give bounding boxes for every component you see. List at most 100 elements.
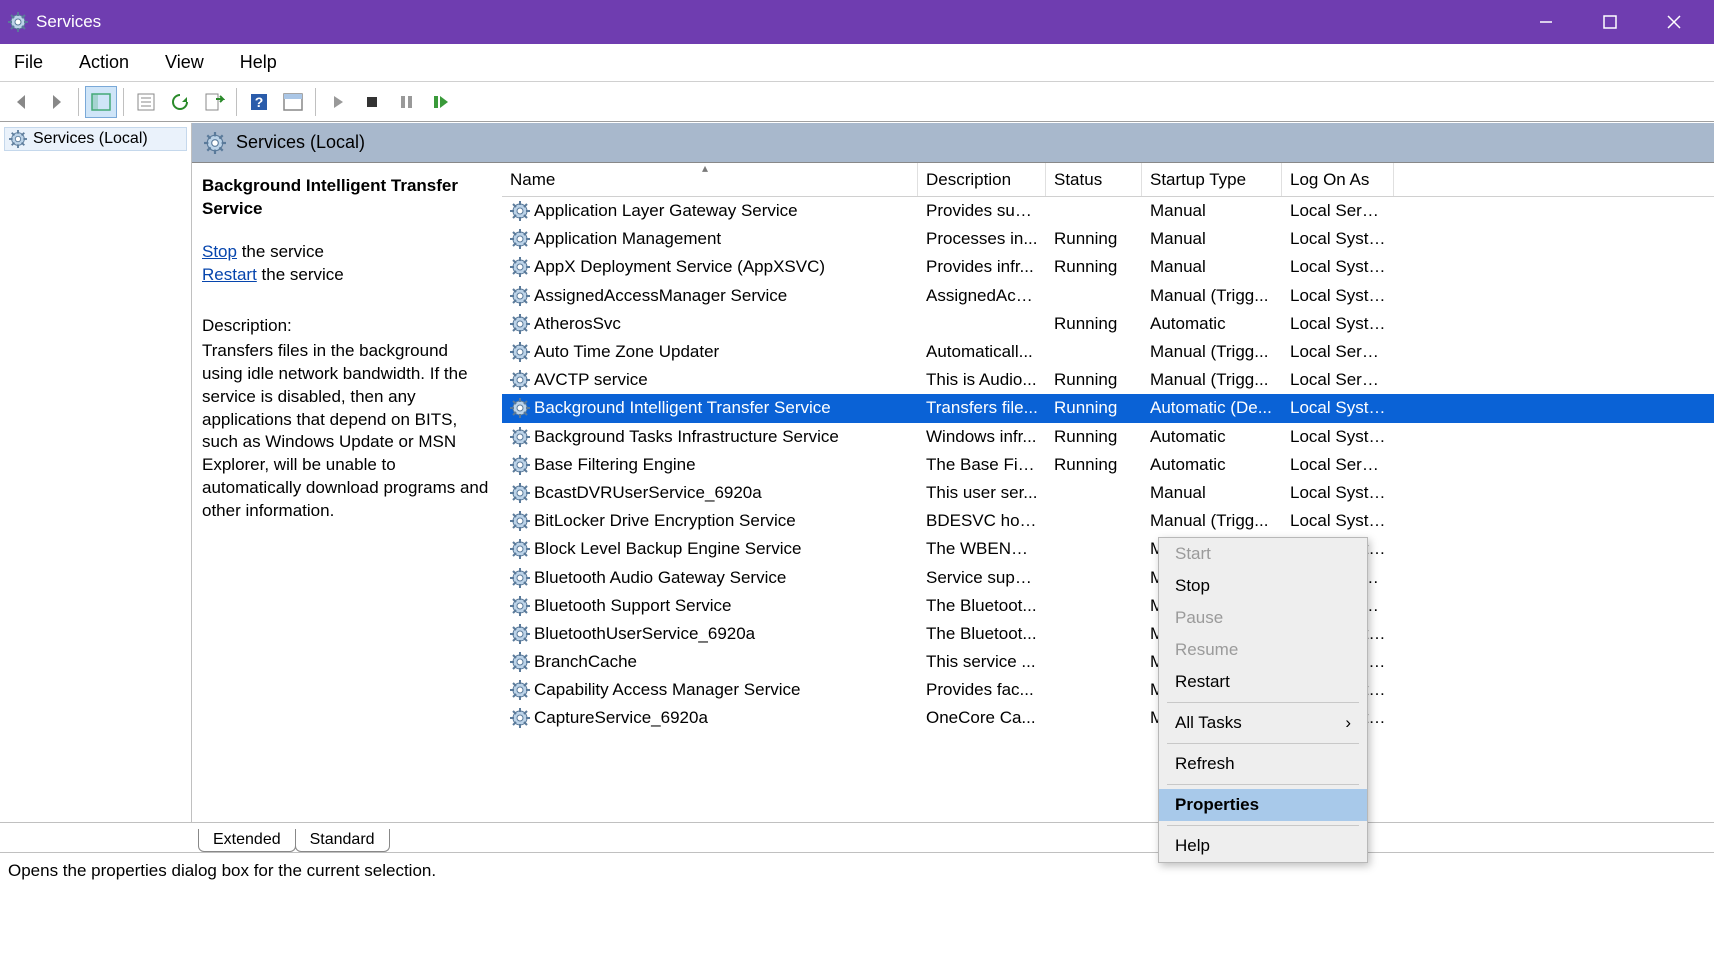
list-rows[interactable]: Application Layer Gateway Service Provide…	[502, 197, 1714, 737]
service-name-cell: BitLocker Drive Encryption Service	[534, 511, 796, 531]
sort-indicator-icon: ▴	[702, 163, 708, 175]
column-description[interactable]: Description	[918, 163, 1046, 196]
window-title: Services	[36, 12, 1514, 32]
service-name-cell: Background Intelligent Transfer Service	[534, 398, 831, 418]
service-row[interactable]: Background Intelligent Transfer ServiceT…	[502, 394, 1714, 422]
app-icon	[8, 12, 28, 32]
service-row[interactable]: AtherosSvcRunningAutomaticLocal System	[502, 310, 1714, 338]
refresh-button[interactable]	[164, 86, 196, 118]
service-desc-cell: The Bluetoot...	[918, 624, 1046, 644]
tab-standard[interactable]: Standard	[295, 829, 390, 852]
service-row[interactable]: CaptureService_6920aOneCore Ca...ManualL…	[502, 704, 1714, 732]
service-desc-cell: The Base Filt...	[918, 455, 1046, 475]
help-button[interactable]: ?	[243, 86, 275, 118]
right-pane: Services (Local) Background Intelligent …	[192, 123, 1714, 822]
chevron-right-icon: ›	[1345, 713, 1351, 733]
description-label: Description:	[202, 315, 492, 338]
service-row[interactable]: Block Level Backup Engine ServiceThe WBE…	[502, 535, 1714, 563]
restart-link[interactable]: Restart	[202, 265, 257, 284]
service-row[interactable]: Base Filtering EngineThe Base Filt...Run…	[502, 451, 1714, 479]
service-row[interactable]: AssignedAccessManager ServiceAssignedAcc…	[502, 282, 1714, 310]
minimize-button[interactable]	[1514, 0, 1578, 44]
export-button[interactable]	[198, 86, 230, 118]
service-status-cell: Running	[1046, 257, 1142, 277]
service-desc-cell: Provides infr...	[918, 257, 1046, 277]
service-row[interactable]: Bluetooth Support ServiceThe Bluetoot...…	[502, 592, 1714, 620]
service-status-cell: Running	[1046, 427, 1142, 447]
menu-action[interactable]: Action	[73, 48, 135, 77]
selected-service-name: Background Intelligent Transfer Service	[202, 175, 492, 221]
service-row[interactable]: Bluetooth Audio Gateway ServiceService s…	[502, 563, 1714, 591]
service-name-cell: BluetoothUserService_6920a	[534, 624, 755, 644]
ctx-help[interactable]: Help	[1159, 830, 1367, 862]
service-desc-cell: This service ...	[918, 652, 1046, 672]
ctx-stop[interactable]: Stop	[1159, 570, 1367, 602]
service-logon-cell: Local System	[1282, 398, 1394, 418]
service-name-cell: BranchCache	[534, 652, 637, 672]
service-desc-cell: This is Audio...	[918, 370, 1046, 390]
service-row[interactable]: AVCTP serviceThis is Audio...RunningManu…	[502, 366, 1714, 394]
service-row[interactable]: Background Tasks Infrastructure Service W…	[502, 423, 1714, 451]
service-startup-cell: Automatic (De...	[1142, 398, 1282, 418]
service-desc-cell: AssignedAcc...	[918, 286, 1046, 306]
service-status-cell: Running	[1046, 455, 1142, 475]
service-row[interactable]: cbdhsvc_6920aThis user ser...ManualLocal…	[502, 733, 1714, 737]
show-hide-tree-button[interactable]	[85, 86, 117, 118]
restart-service-button[interactable]	[424, 86, 456, 118]
ctx-refresh[interactable]: Refresh	[1159, 748, 1367, 780]
service-startup-cell: Manual	[1142, 257, 1282, 277]
pause-service-button[interactable]	[390, 86, 422, 118]
column-name[interactable]: Name▴	[502, 163, 918, 196]
ctx-all-tasks[interactable]: All Tasks›	[1159, 707, 1367, 739]
tab-strip: Extended Standard	[0, 822, 1714, 852]
service-logon-cell: Local System	[1282, 286, 1394, 306]
close-button[interactable]	[1642, 0, 1706, 44]
back-button[interactable]	[6, 86, 38, 118]
status-bar: Opens the properties dialog box for the …	[0, 852, 1714, 888]
service-desc-cell: Provides sup...	[918, 201, 1046, 221]
stop-link[interactable]: Stop	[202, 242, 237, 261]
service-startup-cell: Manual	[1142, 229, 1282, 249]
service-logon-cell: Local System	[1282, 427, 1394, 447]
service-row[interactable]: Application ManagementProcesses in...Run…	[502, 225, 1714, 253]
maximize-button[interactable]	[1578, 0, 1642, 44]
service-name-cell: Application Layer Gateway Service	[534, 201, 798, 221]
service-name-cell: Auto Time Zone Updater	[534, 342, 719, 362]
service-row[interactable]: BcastDVRUserService_6920aThis user ser..…	[502, 479, 1714, 507]
ctx-restart[interactable]: Restart	[1159, 666, 1367, 698]
column-startup-type[interactable]: Startup Type	[1142, 163, 1282, 196]
service-logon-cell: Local System	[1282, 257, 1394, 277]
service-row[interactable]: BitLocker Drive Encryption ServiceBDESVC…	[502, 507, 1714, 535]
ctx-properties[interactable]: Properties	[1159, 789, 1367, 821]
ctx-start: Start	[1159, 538, 1367, 570]
properties-button[interactable]	[130, 86, 162, 118]
service-name-cell: AppX Deployment Service (AppXSVC)	[534, 257, 825, 277]
menu-view[interactable]: View	[159, 48, 210, 77]
service-row[interactable]: Capability Access Manager ServiceProvide…	[502, 676, 1714, 704]
description-text: Transfers files in the background using …	[202, 340, 492, 524]
start-service-button[interactable]	[322, 86, 354, 118]
service-row[interactable]: Application Layer Gateway Service Provide…	[502, 197, 1714, 225]
service-startup-cell: Manual (Trigg...	[1142, 511, 1282, 531]
service-row[interactable]: BluetoothUserService_6920a The Bluetoot..…	[502, 620, 1714, 648]
service-desc-cell: OneCore Ca...	[918, 708, 1046, 728]
menu-help[interactable]: Help	[234, 48, 283, 77]
forward-button[interactable]	[40, 86, 72, 118]
service-row[interactable]: BranchCacheThis service ...ManualNetwork…	[502, 648, 1714, 676]
column-log-on-as[interactable]: Log On As	[1282, 163, 1394, 196]
service-row[interactable]: Auto Time Zone UpdaterAutomaticall...Man…	[502, 338, 1714, 366]
service-logon-cell: Local Service	[1282, 455, 1394, 475]
column-headers: Name▴ Description Status Startup Type Lo…	[502, 163, 1714, 197]
service-name-cell: Background Tasks Infrastructure Service	[534, 427, 839, 447]
service-name-cell: CaptureService_6920a	[534, 708, 708, 728]
service-row[interactable]: AppX Deployment Service (AppXSVC) Provide…	[502, 253, 1714, 281]
service-startup-cell: Manual (Trigg...	[1142, 370, 1282, 390]
tree-item-services-local[interactable]: Services (Local)	[4, 127, 187, 151]
menu-file[interactable]: File	[8, 48, 49, 77]
service-logon-cell: Local Service	[1282, 370, 1394, 390]
column-status[interactable]: Status	[1046, 163, 1142, 196]
service-desc-cell: Windows infr...	[918, 427, 1046, 447]
tab-extended[interactable]: Extended	[198, 829, 296, 852]
stop-service-button[interactable]	[356, 86, 388, 118]
console-tree-button[interactable]	[277, 86, 309, 118]
